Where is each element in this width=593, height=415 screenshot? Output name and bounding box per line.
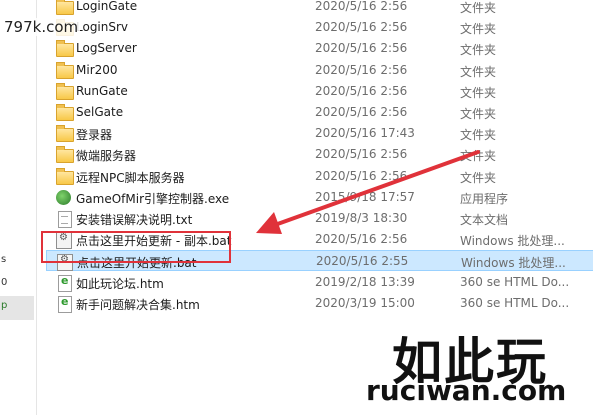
watermark-797k: 797k.com — [2, 18, 81, 36]
annotation-arrow — [256, 150, 480, 234]
